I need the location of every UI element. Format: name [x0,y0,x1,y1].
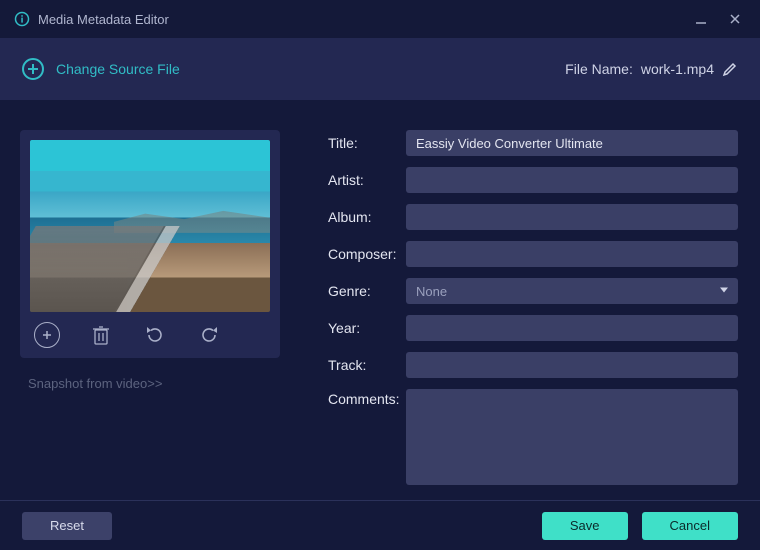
thumbnail-image [30,140,270,312]
file-name-label: File Name: [565,61,633,77]
track-label: Track: [328,357,396,373]
year-label: Year: [328,320,396,336]
footer: Reset Save Cancel [0,500,760,550]
thumbnail-panel: Snapshot from video>> [20,130,280,490]
genre-select[interactable]: None [406,278,738,304]
snapshot-from-video-link[interactable]: Snapshot from video>> [20,376,280,391]
comments-label: Comments: [328,389,396,407]
genre-label: Genre: [328,283,396,299]
close-button[interactable] [724,8,746,30]
titlebar: Media Metadata Editor [0,0,760,38]
album-label: Album: [328,209,396,225]
plus-circle-icon [22,58,44,80]
thumbnail-actions [30,312,270,348]
composer-input[interactable] [406,241,738,267]
edit-filename-button[interactable] [722,61,738,77]
delete-thumbnail-button[interactable] [88,322,114,348]
comments-textarea[interactable] [406,389,738,485]
artist-label: Artist: [328,172,396,188]
content-area: Snapshot from video>> Title: Artist: Alb… [0,100,760,500]
change-source-label: Change Source File [56,61,180,77]
save-button[interactable]: Save [542,512,628,540]
track-input[interactable] [406,352,738,378]
thumbnail-frame [20,130,280,358]
artist-input[interactable] [406,167,738,193]
app-icon [14,11,30,27]
reset-button[interactable]: Reset [22,512,112,540]
album-input[interactable] [406,204,738,230]
metadata-form: Title: Artist: Album: Composer: Genre: N… [328,130,738,490]
window-title: Media Metadata Editor [38,12,169,27]
composer-label: Composer: [328,246,396,262]
minimize-button[interactable] [690,8,712,30]
title-label: Title: [328,135,396,151]
cancel-button[interactable]: Cancel [642,512,738,540]
file-name-value: work-1.mp4 [641,61,714,77]
change-source-button[interactable]: Change Source File [22,58,180,80]
year-input[interactable] [406,315,738,341]
title-input[interactable] [406,130,738,156]
rotate-right-button[interactable] [196,322,222,348]
add-thumbnail-button[interactable] [34,322,60,348]
source-bar: Change Source File File Name: work-1.mp4 [0,38,760,100]
rotate-left-button[interactable] [142,322,168,348]
